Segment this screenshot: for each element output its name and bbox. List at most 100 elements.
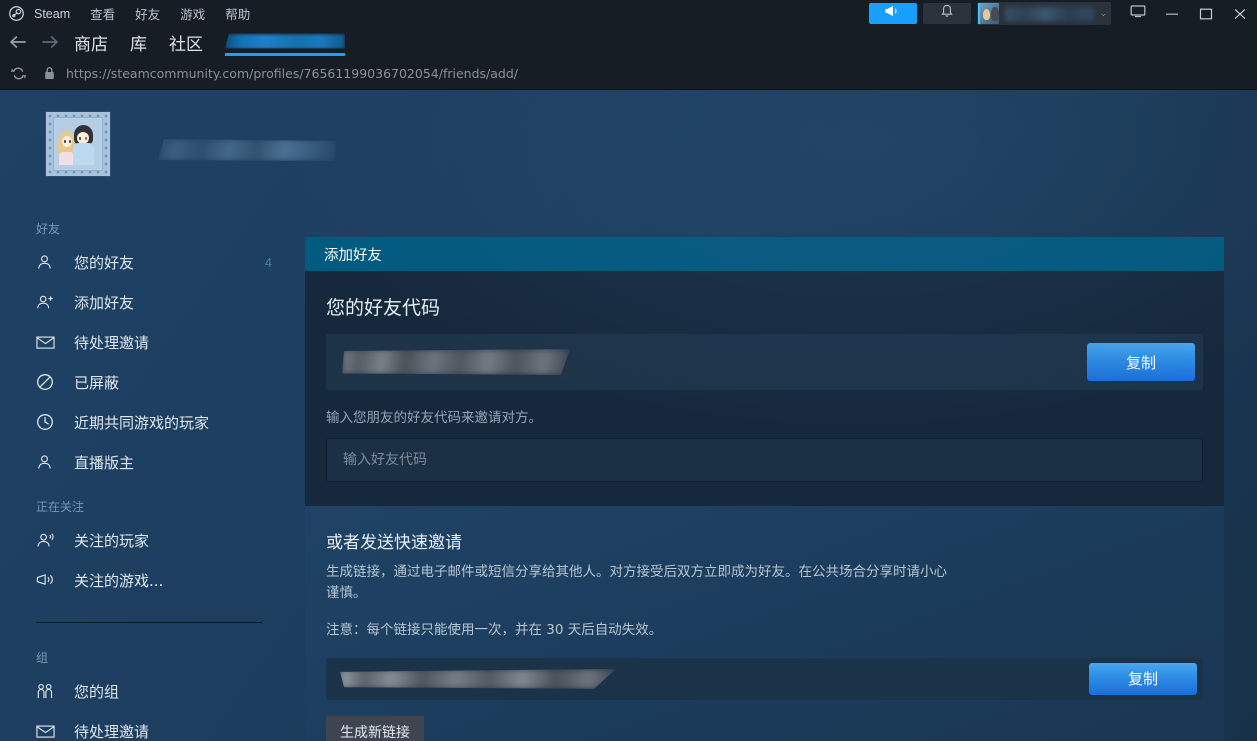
sidebar-item-blocked[interactable]: 已屏蔽: [0, 362, 290, 402]
chevron-down-icon: ⌄: [1099, 8, 1107, 19]
menu-item-games[interactable]: 游戏: [170, 0, 215, 27]
envelope-icon: [36, 335, 58, 350]
quick-invite-link-row: 复制: [326, 658, 1203, 700]
sidebar-item-label: 您的组: [74, 681, 119, 702]
nav-tab-active-underline: [225, 53, 345, 56]
generate-new-link-button[interactable]: 生成新链接: [326, 716, 424, 741]
profile-header: [46, 112, 336, 176]
friend-code-row: 复制: [326, 334, 1203, 390]
avatar-girl-eye-right: [69, 140, 71, 143]
menu-bar: Steam 查看 好友 游戏 帮助: [28, 0, 260, 27]
steam-logo-icon: [9, 6, 24, 21]
quick-invite-note: 注意：每个链接只能使用一次，并在 30 天后自动失效。: [326, 618, 1203, 638]
quick-invite-description: 生成链接，通过电子邮件或短信分享给其他人。对方接受后双方立即成为好友。在公共场合…: [326, 562, 952, 604]
nav-link-community[interactable]: 社区: [169, 30, 203, 55]
lock-icon: [44, 66, 55, 80]
profile-display-name-redacted: [158, 139, 336, 161]
account-menu-button[interactable]: ⌄: [977, 2, 1111, 25]
add-friend-panel: 添加好友 您的好友代码 复制 输入您朋友的好友代码来邀请对方。 或者发送快速邀请…: [305, 237, 1224, 741]
avatar-boy-eye-left: [79, 137, 81, 140]
forward-button[interactable]: [40, 34, 60, 50]
window-buttons: [1121, 0, 1257, 27]
envelope-icon: [36, 724, 58, 739]
sidebar-group-title-friends: 好友: [36, 220, 290, 237]
friend-code-section: 您的好友代码 复制 输入您朋友的好友代码来邀请对方。: [305, 271, 1224, 506]
account-avatar: [978, 3, 999, 24]
avatar-boy-body: [73, 143, 94, 165]
sidebar-item-label: 待处理邀请: [74, 332, 149, 353]
sidebar-item-followed-players[interactable]: 关注的玩家: [0, 520, 290, 560]
sidebar-item-label: 关注的玩家: [74, 530, 149, 551]
maximize-button[interactable]: [1189, 0, 1223, 27]
group-people-icon: [36, 683, 58, 700]
sidebar-item-label: 近期共同游戏的玩家: [74, 412, 209, 433]
sidebar-item-followed-games[interactable]: 关注的游戏...: [0, 560, 290, 600]
friend-code-hint: 输入您朋友的好友代码来邀请对方。: [326, 406, 1203, 426]
sidebar-item-label: 直播版主: [74, 452, 134, 473]
nav-link-library[interactable]: 库: [130, 30, 147, 55]
nav-tab-profile-active[interactable]: [225, 34, 345, 51]
close-button[interactable]: [1223, 0, 1257, 27]
person-broadcast-icon: [36, 532, 58, 549]
menu-item-friends[interactable]: 好友: [125, 0, 170, 27]
sidebar-item-pending-invites[interactable]: 待处理邀请: [0, 322, 290, 362]
sidebar-item-add-friend[interactable]: 添加好友: [0, 282, 290, 322]
person-icon: [36, 454, 58, 471]
sidebar-group-title-groups: 组: [36, 649, 290, 666]
nav-tab-profile-label-redacted: [225, 34, 345, 49]
broadcast-button[interactable]: [869, 3, 917, 24]
sidebar-item-label: 您的好友: [74, 252, 134, 273]
quick-invite-link-redacted: [340, 669, 616, 689]
sidebar: 好友 您的好友 4 添加好友: [0, 220, 290, 741]
friends-count-badge: 4: [265, 255, 272, 270]
nav-links: 商店 库 社区: [74, 30, 203, 55]
block-icon: [36, 373, 58, 391]
friend-code-heading: 您的好友代码: [326, 293, 1203, 320]
notifications-button[interactable]: [923, 3, 971, 24]
url-bar: https://steamcommunity.com/profiles/7656…: [0, 57, 1257, 90]
panel-title: 添加好友: [324, 244, 382, 265]
sidebar-divider: [36, 622, 262, 623]
friend-code-input[interactable]: [326, 438, 1203, 482]
menu-item-steam[interactable]: Steam: [28, 3, 80, 25]
avatar-boy-eye-right: [85, 137, 87, 140]
speaker-icon: [36, 572, 58, 588]
sidebar-item-broadcast-moderator[interactable]: 直播版主: [0, 442, 290, 482]
monitor-icon: [1130, 4, 1146, 23]
window-titlebar: Steam 查看 好友 游戏 帮助: [0, 0, 1257, 27]
avatar-girl-body: [59, 152, 74, 165]
panel-header: 添加好友: [305, 237, 1224, 271]
avatar-girl-eye-left: [64, 140, 66, 143]
reload-icon: [10, 66, 27, 81]
copy-invite-link-button[interactable]: 复制: [1089, 663, 1197, 695]
menu-item-help[interactable]: 帮助: [215, 0, 260, 27]
avatar[interactable]: [46, 112, 110, 176]
minimize-button[interactable]: [1155, 0, 1189, 27]
display-mode-button[interactable]: [1121, 0, 1155, 27]
friend-code-value-redacted: [342, 349, 570, 375]
back-button[interactable]: [8, 34, 28, 50]
titlebar-right-controls: ⌄: [869, 0, 1257, 27]
nav-link-store[interactable]: 商店: [74, 30, 108, 55]
sidebar-item-group-pending-invites[interactable]: 待处理邀请: [0, 711, 290, 741]
url-text[interactable]: https://steamcommunity.com/profiles/7656…: [66, 66, 518, 81]
clock-icon: [36, 413, 58, 431]
menu-item-view[interactable]: 查看: [80, 0, 125, 27]
sidebar-item-your-groups[interactable]: 您的组: [0, 671, 290, 711]
bell-icon: [941, 4, 953, 23]
sidebar-item-label: 添加好友: [74, 292, 134, 313]
sidebar-item-recent-players[interactable]: 近期共同游戏的玩家: [0, 402, 290, 442]
page-body: 好友 您的好友 4 添加好友: [0, 90, 1257, 741]
nav-arrows: [8, 34, 60, 50]
sidebar-item-your-friends[interactable]: 您的好友 4: [0, 242, 290, 282]
sidebar-item-label: 已屏蔽: [74, 372, 119, 393]
arrow-right-icon: [40, 34, 60, 50]
quick-invite-section: 或者发送快速邀请 生成链接，通过电子邮件或短信分享给其他人。对方接受后双方立即成…: [305, 506, 1224, 741]
arrow-left-icon: [8, 34, 28, 50]
reload-button[interactable]: [10, 66, 27, 81]
sidebar-spacer: [0, 482, 290, 498]
person-add-icon: [36, 294, 58, 311]
copy-friend-code-button[interactable]: 复制: [1087, 343, 1195, 381]
navigation-bar: 商店 库 社区: [0, 27, 1257, 57]
minimize-icon: [1165, 8, 1179, 20]
